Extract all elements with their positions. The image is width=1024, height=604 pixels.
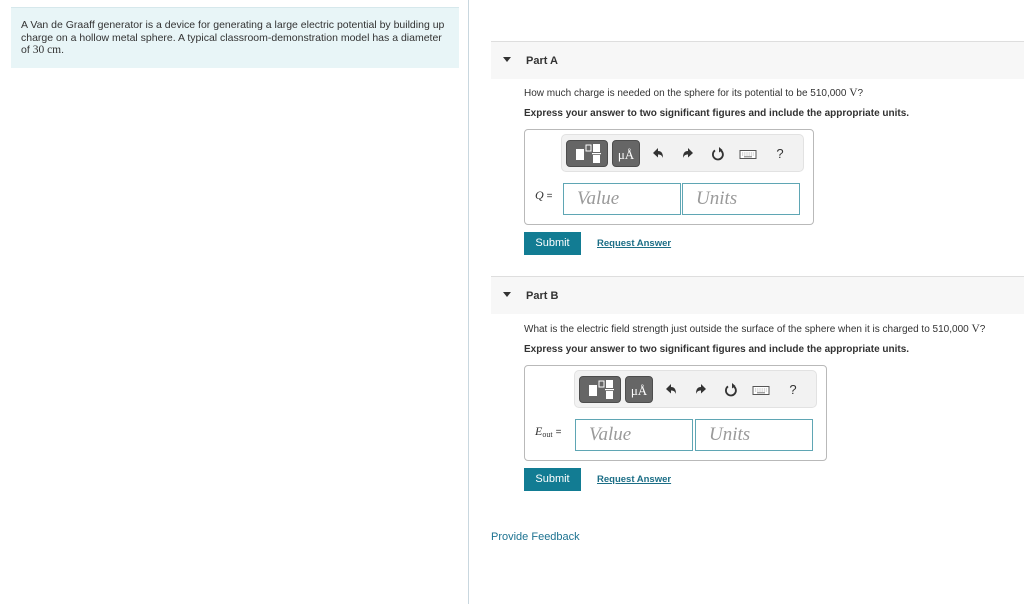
part-a-submit-button[interactable]: Submit <box>524 232 581 255</box>
value-input[interactable]: Value <box>575 419 693 451</box>
collapse-caret-icon[interactable] <box>503 292 511 297</box>
undo-icon <box>661 378 681 402</box>
help-button[interactable]: ? <box>770 142 790 166</box>
templates-button[interactable] <box>566 140 608 167</box>
problem-intro-pane: A Van de Graaff generator is a device fo… <box>0 0 469 604</box>
part-b-instruction: Express your answer to two significant f… <box>524 344 910 355</box>
undo-button[interactable] <box>648 142 668 166</box>
part-a-instruction: Express your answer to two significant f… <box>524 108 910 119</box>
part-a-header[interactable]: Part A <box>491 41 1024 79</box>
part-b-header[interactable]: Part B <box>491 276 1024 314</box>
redo-button[interactable] <box>678 142 698 166</box>
variable-symbol: Q <box>535 188 544 202</box>
help-button[interactable]: ? <box>783 378 803 402</box>
undo-icon <box>648 142 668 166</box>
question-end: ? <box>979 324 986 335</box>
question-text: How much charge is needed on the sphere … <box>524 88 850 99</box>
units-button[interactable]: μÅ <box>612 140 640 167</box>
units-icon: μÅ <box>630 383 648 398</box>
undo-button[interactable] <box>661 378 681 402</box>
question-text: What is the electric field strength just… <box>524 324 972 335</box>
part-b-submit-button[interactable]: Submit <box>524 468 581 491</box>
question-end: ? <box>857 88 864 99</box>
part-b-title: Part B <box>526 289 559 302</box>
value-input[interactable]: Value <box>563 183 681 215</box>
help-icon: ? <box>776 146 784 161</box>
help-icon: ? <box>789 382 797 397</box>
collapse-caret-icon[interactable] <box>503 57 511 62</box>
templates-icon <box>580 380 620 406</box>
intro-text-end: . <box>61 44 65 56</box>
part-a-question: How much charge is needed on the sphere … <box>524 87 863 99</box>
question-math: V <box>849 87 858 99</box>
part-b-answer-box: μÅ ? Eout = Value Units <box>524 365 827 461</box>
units-icon: μÅ <box>617 147 635 162</box>
intro-text: A Van de Graaff generator is a device fo… <box>21 19 445 56</box>
units-button[interactable]: μÅ <box>625 376 653 403</box>
keyboard-icon <box>736 142 760 166</box>
part-a-request-answer-link[interactable]: Request Answer <box>597 238 671 249</box>
redo-icon <box>691 378 711 402</box>
provide-feedback-link[interactable]: Provide Feedback <box>491 531 580 543</box>
reset-icon <box>708 142 728 166</box>
part-a-answer-box: μÅ ? Q = Value Units <box>524 129 814 225</box>
problem-intro: A Van de Graaff generator is a device fo… <box>11 7 459 68</box>
keyboard-icon <box>749 378 773 402</box>
variable-label: Eout = <box>535 424 561 439</box>
templates-icon <box>567 144 607 170</box>
templates-button[interactable] <box>579 376 621 403</box>
redo-icon <box>678 142 698 166</box>
equals-sign: = <box>555 427 562 438</box>
reset-button[interactable] <box>721 378 741 402</box>
equals-sign: = <box>546 191 553 202</box>
redo-button[interactable] <box>691 378 711 402</box>
variable-label: Q = <box>535 188 553 203</box>
part-a-title: Part A <box>526 54 558 67</box>
units-input[interactable]: Units <box>682 183 800 215</box>
reset-button[interactable] <box>708 142 728 166</box>
math-toolbar: μÅ ? <box>561 134 804 172</box>
reset-icon <box>721 378 741 402</box>
part-b-request-answer-link[interactable]: Request Answer <box>597 474 671 485</box>
part-b-question: What is the electric field strength just… <box>524 323 985 335</box>
keyboard-button[interactable] <box>736 142 760 166</box>
variable-subscript: out <box>542 430 553 439</box>
keyboard-button[interactable] <box>749 378 773 402</box>
units-input[interactable]: Units <box>695 419 813 451</box>
intro-math-diameter: 30 cm <box>32 44 62 56</box>
question-math: V <box>971 323 980 335</box>
math-toolbar: μÅ ? <box>574 370 817 408</box>
